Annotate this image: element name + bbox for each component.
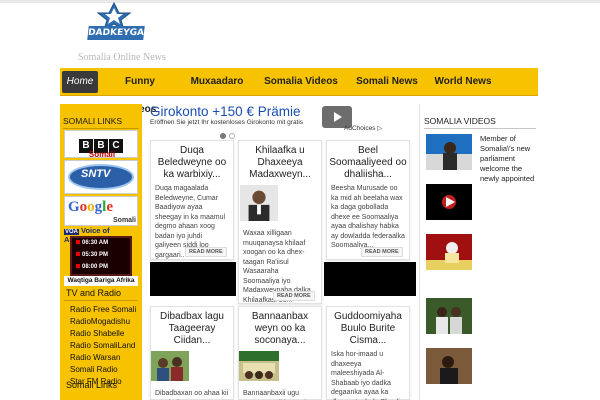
news-photo[interactable] bbox=[239, 185, 279, 221]
radio-link[interactable]: Radio Warsan bbox=[70, 352, 138, 364]
radio-schedule: 06:30 AM 05:30 PM 08:00 PM bbox=[70, 236, 132, 276]
pager-dot[interactable] bbox=[220, 133, 226, 139]
news-card[interactable]: Guddoomiyaha Buulo Burite Cisma... Iska … bbox=[326, 306, 410, 400]
main-nav: Home Funny Videos Muxaadaro Somalia Vide… bbox=[60, 68, 538, 115]
video-item[interactable] bbox=[426, 348, 536, 388]
divider bbox=[63, 128, 139, 129]
nav-muxaadaro[interactable]: Muxaadaro bbox=[184, 68, 250, 96]
pager-dot[interactable] bbox=[229, 133, 235, 139]
nav-somali-news[interactable]: Somali News bbox=[352, 68, 422, 96]
nav-world-news[interactable]: World News bbox=[432, 68, 494, 96]
google-sub-label: Somali bbox=[113, 217, 136, 224]
radio-link[interactable]: RadioMogadishu bbox=[70, 316, 138, 328]
news-card[interactable]: Dibadbax lagu Taageeray Ciidan... Dibadb… bbox=[150, 306, 234, 400]
divider bbox=[424, 128, 536, 129]
sidebar-title: SOMALIA VIDEOS bbox=[424, 116, 496, 126]
radio-list: Radio Free Somali RadioMogadishu Radio S… bbox=[70, 304, 138, 388]
read-more-button[interactable]: READ MORE bbox=[185, 247, 227, 257]
radio-link[interactable]: Radio SomaliLand bbox=[70, 340, 138, 352]
video-item[interactable]: Member of Somalia\'s new parliament welc… bbox=[426, 134, 536, 183]
radio-link[interactable]: Radio Shabelle bbox=[70, 328, 138, 340]
video-thumbnail[interactable] bbox=[426, 184, 472, 220]
video-item[interactable] bbox=[426, 184, 536, 224]
video-title[interactable]: Member of Somalia\'s new parliament welc… bbox=[480, 134, 536, 184]
news-photo[interactable] bbox=[239, 351, 279, 381]
card-excerpt: Dibadbaxan oo ahaa kii ugu ballaarnaa oo… bbox=[155, 390, 229, 400]
nav-funny-videos[interactable]: Funny Videos bbox=[108, 68, 172, 115]
card-excerpt: Iska hor-imaad u dhaxeeya maleeshiyada A… bbox=[331, 351, 400, 400]
sntv-link[interactable]: SNTV bbox=[64, 160, 138, 194]
news-card[interactable]: Khilaafka u Dhaxeeya Madaxweyn... Waxaa … bbox=[238, 140, 322, 304]
radio-time: 08:00 PM bbox=[76, 264, 108, 270]
video-thumbnail[interactable] bbox=[426, 348, 472, 384]
site-logo[interactable]: DADKEYGA bbox=[78, 2, 178, 50]
sntv-label: SNTV bbox=[81, 168, 111, 180]
bbc-sub-label: Somali bbox=[88, 150, 116, 159]
card-title[interactable]: Guddoomiyaha Buulo Burite Cisma... bbox=[327, 307, 409, 347]
news-card[interactable]: Beel Soomaaliyeed oo dhaliisha... Beesha… bbox=[326, 140, 410, 260]
ad-title[interactable]: Girokonto +150 € Prämie bbox=[150, 104, 300, 119]
radio-link[interactable]: Somali Radio bbox=[70, 364, 138, 376]
radio-link[interactable]: Radio Free Somali bbox=[70, 304, 138, 316]
nav-home[interactable]: Home bbox=[62, 71, 98, 93]
divider bbox=[64, 300, 138, 301]
right-sidebar: SOMALIA VIDEOS Member of Somalia\'s new … bbox=[419, 104, 537, 400]
card-excerpt: Beesha Murusade oo ka mid ah beelaha wax… bbox=[331, 185, 405, 249]
adchoices-label[interactable]: AdChoices ▷ bbox=[344, 124, 382, 132]
sidebar-title: SOMALI LINKS bbox=[63, 116, 123, 126]
google-logo: Google bbox=[68, 199, 114, 215]
google-somali-link[interactable]: Google Somali bbox=[64, 196, 138, 226]
card-title[interactable]: Khilaafka u Dhaxeeya Madaxweyn... bbox=[239, 141, 321, 181]
bbc-somali-link[interactable]: BBC Somali bbox=[64, 130, 138, 159]
card-title[interactable]: Bannaanbax weyn oo ka soconaya... bbox=[239, 307, 321, 347]
card-excerpt: Bannaanbaxii ugu weynaa ee ikhwaanka oo … bbox=[243, 390, 312, 400]
site-tagline: Somalia Online News bbox=[78, 52, 166, 63]
somali-links-heading: Somali Links bbox=[66, 380, 118, 390]
video-item[interactable] bbox=[426, 234, 536, 274]
news-card[interactable]: Bannaanbax weyn oo ka soconaya... Bannaa… bbox=[238, 306, 322, 400]
radio-time: 06:30 AM bbox=[76, 240, 108, 246]
left-sidebar: SOMALI LINKS BBC Somali SNTV Google Soma… bbox=[60, 104, 142, 400]
video-thumbnail[interactable] bbox=[426, 134, 472, 170]
ad-subtitle[interactable]: Eröffnen Sie jetzt Ihr kostenloses Girok… bbox=[150, 119, 303, 126]
video-thumbnail[interactable] bbox=[426, 298, 472, 334]
card-title[interactable]: Beel Soomaaliyeed oo dhaliisha... bbox=[327, 141, 409, 181]
card-title[interactable]: Duqa Beledweyne oo ka warbixiy... bbox=[151, 141, 233, 181]
black-band bbox=[150, 262, 236, 296]
waqtiga-label: Waqtiga Bariga Afrika bbox=[64, 276, 138, 286]
news-photo[interactable] bbox=[151, 351, 189, 381]
read-more-button[interactable]: READ MORE bbox=[361, 247, 403, 257]
radio-time: 05:30 PM bbox=[76, 252, 108, 258]
nav-somalia-videos[interactable]: Somalia Videos bbox=[260, 68, 342, 96]
logo-wordmark: DADKEYGA bbox=[87, 26, 145, 40]
news-card[interactable]: Duqa Beledweyne oo ka warbixiy... Duqa m… bbox=[150, 140, 234, 260]
tv-radio-title: TV and Radio bbox=[66, 288, 122, 298]
video-item[interactable] bbox=[426, 298, 536, 338]
card-title[interactable]: Dibadbax lagu Taageeray Ciidan... bbox=[151, 307, 233, 347]
black-band bbox=[324, 262, 416, 296]
read-more-button[interactable]: READ MORE bbox=[273, 291, 315, 301]
video-thumbnail[interactable] bbox=[426, 234, 472, 270]
